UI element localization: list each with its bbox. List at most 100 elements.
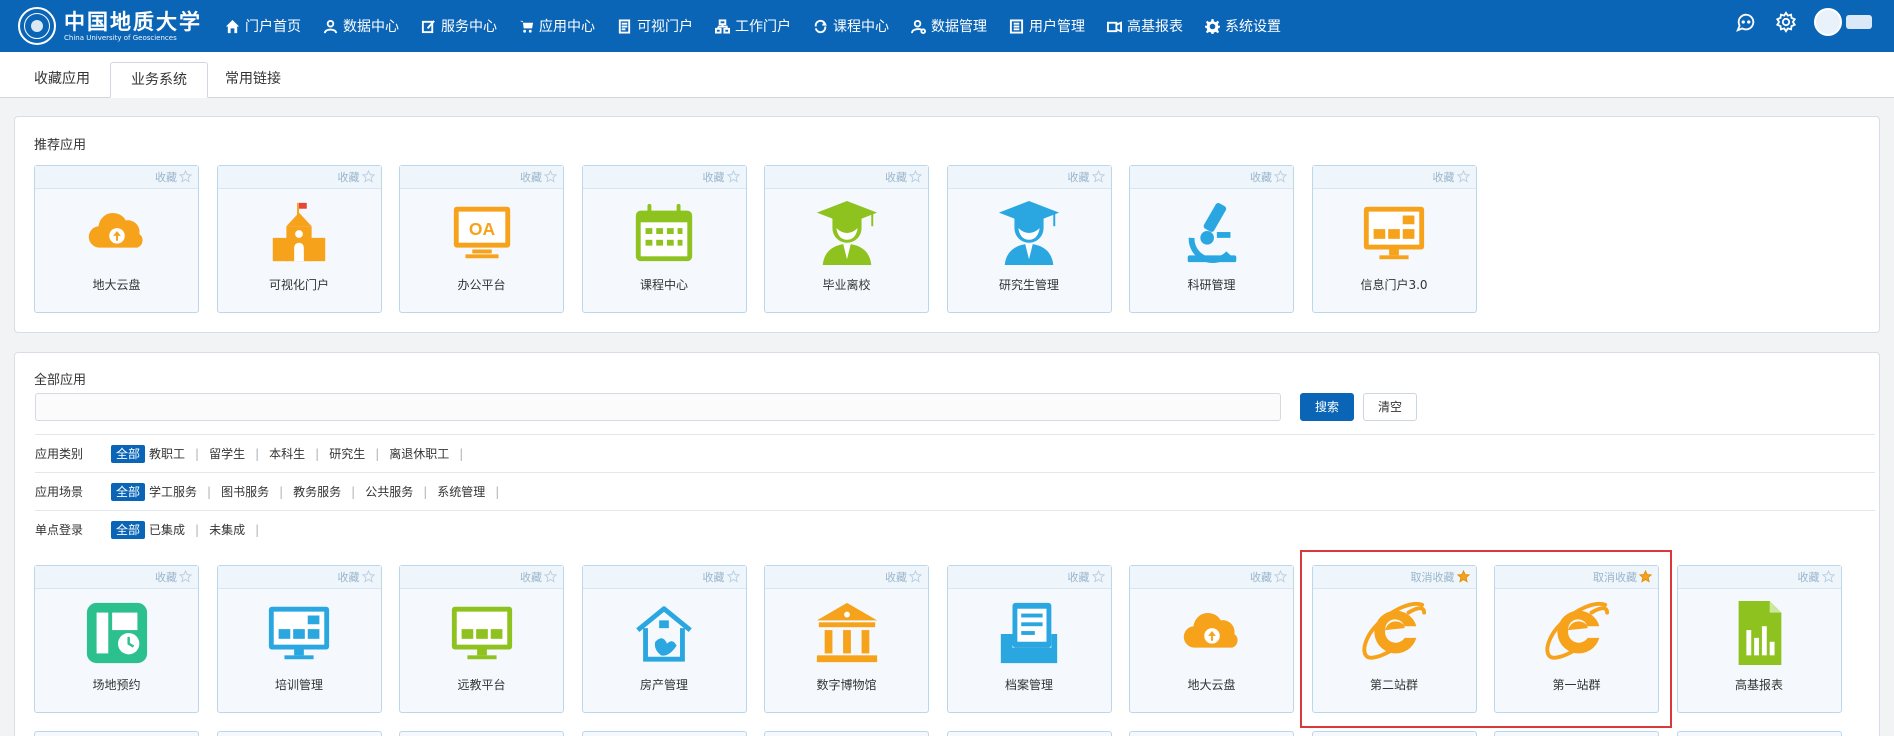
app-card-partial[interactable] [399, 731, 564, 736]
app-card[interactable]: 收藏 高基报表 [1676, 565, 1842, 713]
app-card-partial[interactable] [946, 731, 1112, 736]
app-card[interactable]: 收藏 信息门户3.0 [1311, 165, 1477, 313]
app-card[interactable]: 收藏 地大云盘 [34, 165, 199, 313]
favorite-toggle[interactable]: 收藏 [765, 566, 928, 589]
filter-option[interactable]: 教职工 [145, 445, 189, 463]
app-card[interactable]: 取消收藏 第一站群 [1494, 565, 1659, 713]
org-chart-icon [715, 18, 730, 34]
favorite-toggle[interactable]: 收藏 [400, 166, 563, 189]
tab-business-systems[interactable]: 业务系统 [110, 62, 208, 98]
filter-option[interactable]: 系统管理 [433, 483, 489, 501]
app-card-partial[interactable] [1311, 731, 1477, 736]
favorite-toggle[interactable]: 收藏 [1312, 166, 1476, 189]
venue-booking-icon [82, 598, 152, 668]
nav-label: 用户管理 [1029, 19, 1085, 35]
app-card-partial[interactable] [1494, 731, 1659, 736]
nav-home[interactable]: 门户首页 [214, 0, 312, 52]
app-card[interactable]: 收藏 培训管理 [216, 565, 382, 713]
app-card[interactable]: 收藏 毕业离校 [764, 165, 929, 313]
chat-button[interactable] [1734, 10, 1758, 34]
search-input[interactable] [35, 393, 1281, 421]
sync-icon [814, 19, 827, 33]
filter-separator: | [459, 446, 464, 461]
app-card[interactable]: 取消收藏 第二站群 [1311, 565, 1477, 713]
favorite-toggle[interactable]: 收藏 [582, 166, 746, 189]
filter-option[interactable]: 全部 [111, 444, 146, 463]
app-card[interactable]: 收藏 课程中心 [581, 165, 747, 313]
favorite-toggle[interactable]: 取消收藏 [1495, 566, 1658, 589]
nav-service-center[interactable]: 服务中心 [410, 0, 508, 52]
app-card-partial[interactable] [764, 731, 929, 736]
app-label: 科研管理 [1187, 278, 1236, 292]
nav-work-portal[interactable]: 工作门户 [704, 0, 802, 52]
dashboard-monitor-icon [1359, 198, 1429, 268]
tab-common-links[interactable]: 常用链接 [205, 62, 301, 98]
favorite-toggle[interactable]: 收藏 [400, 566, 563, 589]
favorite-label: 收藏 [702, 571, 725, 584]
favorite-toggle[interactable]: 收藏 [217, 166, 381, 189]
settings-button[interactable] [1774, 10, 1798, 34]
filter-option[interactable]: 研究生 [325, 445, 369, 463]
filter-option[interactable]: 留学生 [205, 445, 249, 463]
app-card[interactable]: 收藏 研究生管理 [946, 165, 1112, 313]
user-menu[interactable] [1814, 8, 1872, 36]
favorite-toggle[interactable]: 收藏 [35, 166, 198, 189]
nav-system-settings[interactable]: 系统设置 [1194, 0, 1292, 52]
app-card[interactable]: 收藏 数字博物馆 [764, 565, 929, 713]
app-card[interactable]: 收藏 地大云盘 [1129, 565, 1294, 713]
app-card-partial[interactable] [216, 731, 382, 736]
search-button[interactable]: 搜索 [1300, 393, 1354, 421]
app-card-partial[interactable] [34, 731, 199, 736]
app-card[interactable]: 收藏 远教平台 [399, 565, 564, 713]
school-building-icon [264, 198, 334, 268]
favorite-toggle[interactable]: 收藏 [947, 166, 1111, 189]
filter-option[interactable]: 离退休职工 [385, 445, 453, 463]
filter-option[interactable]: 本科生 [265, 445, 309, 463]
favorite-toggle[interactable]: 收藏 [35, 566, 198, 589]
nav-data-center[interactable]: 数据中心 [312, 0, 410, 52]
favorite-toggle[interactable]: 取消收藏 [1312, 566, 1476, 589]
app-card[interactable]: 收藏 房产管理 [581, 565, 747, 713]
nav-label: 可视门户 [637, 19, 693, 35]
app-card[interactable]: 收藏 科研管理 [1129, 165, 1294, 313]
nav-visual-portal[interactable]: 可视门户 [606, 0, 704, 52]
app-card-partial[interactable] [581, 731, 747, 736]
favorite-toggle[interactable]: 收藏 [1677, 566, 1841, 589]
clear-button[interactable]: 清空 [1363, 393, 1417, 421]
filter-option[interactable]: 已集成 [145, 521, 189, 539]
nav-report[interactable]: 高基报表 [1096, 0, 1194, 52]
app-card-partial[interactable] [1676, 731, 1842, 736]
filter-option[interactable]: 全部 [111, 520, 146, 539]
app-card[interactable]: 收藏 场地预约 [34, 565, 199, 713]
favorite-toggle[interactable]: 收藏 [1130, 166, 1293, 189]
favorite-toggle[interactable]: 收藏 [947, 566, 1111, 589]
app-card-partial[interactable] [1129, 731, 1294, 736]
star-outline-icon [1273, 168, 1288, 183]
university-logo[interactable]: 中国地质大学 China University of Geosciences [18, 6, 202, 46]
nav-app-center[interactable]: 应用中心 [508, 0, 606, 52]
nav-course-center[interactable]: 课程中心 [802, 0, 900, 52]
filter-option[interactable]: 公共服务 [361, 483, 417, 501]
app-card[interactable]: 收藏 OA 办公平台 [399, 165, 564, 313]
favorite-toggle[interactable]: 收藏 [217, 566, 381, 589]
nav-label: 课程中心 [833, 19, 889, 35]
filter-option[interactable]: 学工服务 [145, 483, 201, 501]
app-card[interactable]: 收藏 可视化门户 [216, 165, 382, 313]
top-navbar: 中国地质大学 China University of Geosciences 门… [0, 0, 1894, 52]
favorite-toggle[interactable]: 收藏 [1130, 566, 1293, 589]
panel-title: 推荐应用 [34, 138, 87, 153]
nav-user-management[interactable]: 用户管理 [998, 0, 1096, 52]
nav-data-management[interactable]: 数据管理 [900, 0, 998, 52]
filter-option[interactable]: 教务服务 [289, 483, 345, 501]
favorite-toggle[interactable]: 收藏 [765, 166, 928, 189]
app-card[interactable]: 收藏 档案管理 [946, 565, 1112, 713]
filter-option[interactable]: 未集成 [205, 521, 249, 539]
star-outline-icon [1456, 168, 1470, 183]
app-label: 研究生管理 [998, 278, 1059, 292]
favorite-toggle[interactable]: 收藏 [582, 566, 746, 589]
cart-icon [519, 20, 534, 33]
app-label: 第一站群 [1552, 678, 1601, 692]
tab-favorites[interactable]: 收藏应用 [14, 62, 110, 98]
filter-option[interactable]: 图书服务 [217, 483, 273, 501]
filter-option[interactable]: 全部 [111, 482, 146, 501]
